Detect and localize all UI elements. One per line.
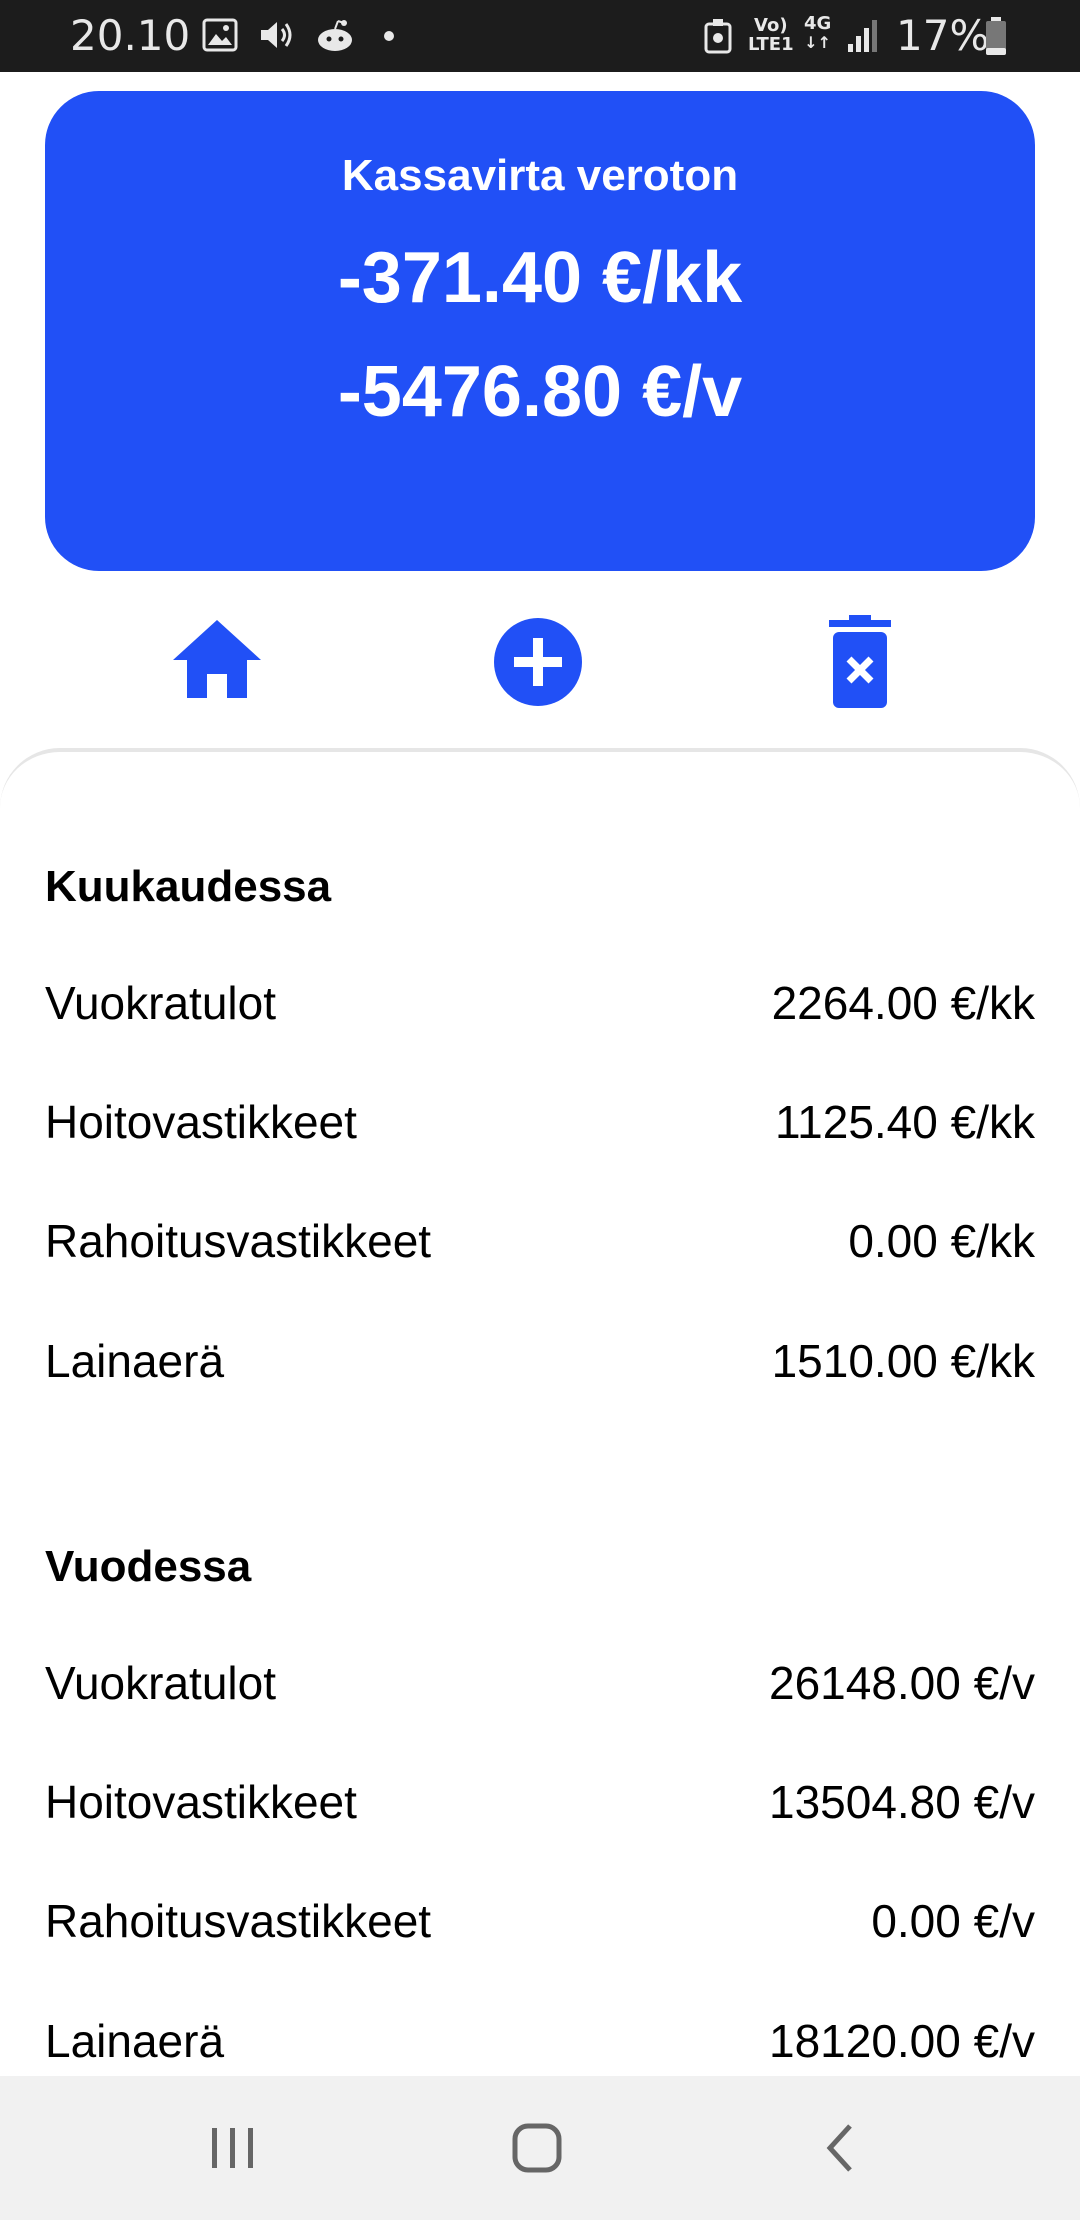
row-value: 0.00 €/kk (848, 1215, 1035, 1267)
back-icon[interactable] (816, 2116, 866, 2180)
battery-percent: 17% (896, 11, 990, 60)
delete-button[interactable] (809, 612, 909, 712)
battery-icon (986, 17, 1006, 55)
summary-monthly-value: -371.40 €/kk (337, 238, 743, 318)
row-label: Rahoitusvastikkeet (45, 1215, 432, 1267)
row-label: Hoitovastikkeet (45, 1776, 357, 1828)
monthly-row-loan-payment: Lainaerä 1510.00 €/kk (45, 1334, 1035, 1394)
delete-icon (829, 615, 891, 708)
row-label: Hoitovastikkeet (45, 1096, 357, 1148)
network-type: 4G (804, 13, 832, 34)
yearly-row-maintenance: Hoitovastikkeet 13504.80 €/v (45, 1775, 1035, 1835)
4g-icon: 4G ↓↑ (804, 14, 831, 52)
row-value: 26148.00 €/v (768, 1657, 1035, 1709)
notification-dot-icon (384, 31, 394, 41)
system-nav-bar (0, 2076, 1080, 2220)
summary-yearly-value: -5476.80 €/v (337, 352, 743, 432)
nfc-icon (704, 19, 732, 54)
row-label: Vuokratulot (45, 977, 276, 1029)
row-value: 1125.40 €/kk (774, 1096, 1035, 1148)
recent-apps-icon[interactable] (206, 2116, 260, 2180)
signal-icon (848, 20, 877, 52)
row-label: Lainaerä (45, 1335, 225, 1387)
row-value: 18120.00 €/v (768, 2015, 1035, 2067)
row-value: 0.00 €/v (871, 1895, 1035, 1947)
details-panel[interactable]: Kuukaudessa Vuokratulot 2264.00 €/kk Hoi… (0, 748, 1080, 2082)
add-button[interactable] (488, 612, 588, 712)
yearly-row-rent-income: Vuokratulot 26148.00 €/v (45, 1656, 1035, 1716)
image-icon (202, 18, 238, 52)
home-icon (173, 620, 261, 698)
cashflow-summary-card: Kassavirta veroton -371.40 €/kk -5476.80… (45, 91, 1035, 571)
yearly-row-financing: Rahoitusvastikkeet 0.00 €/v (45, 1894, 1035, 1954)
volte-icon: Vo) LTE1 (748, 16, 794, 54)
status-bar: 20.10 Vo) LTE1 4G ↓↑ 17% (0, 0, 1080, 72)
summary-title: Kassavirta veroton (341, 151, 739, 200)
monthly-row-rent-income: Vuokratulot 2264.00 €/kk (45, 976, 1035, 1036)
monthly-row-maintenance: Hoitovastikkeet 1125.40 €/kk (45, 1095, 1035, 1155)
row-value: 2264.00 €/kk (771, 977, 1035, 1029)
home-nav-icon[interactable] (508, 2116, 572, 2180)
volte-bottom: LTE1 (748, 34, 794, 55)
monthly-section-title: Kuukaudessa (45, 862, 332, 911)
status-time: 20.10 (70, 11, 191, 60)
monthly-row-financing: Rahoitusvastikkeet 0.00 €/kk (45, 1214, 1035, 1274)
volte-top: Vo) (754, 15, 788, 36)
home-button[interactable] (167, 612, 267, 712)
add-circle-icon (494, 618, 582, 706)
yearly-row-loan-payment: Lainaerä 18120.00 €/v (45, 2014, 1035, 2074)
row-value: 13504.80 €/v (768, 1776, 1035, 1828)
yearly-section-title: Vuodessa (45, 1542, 252, 1591)
row-label: Lainaerä (45, 2015, 225, 2067)
reddit-icon (318, 20, 352, 51)
row-label: Vuokratulot (45, 1657, 276, 1709)
row-label: Rahoitusvastikkeet (45, 1895, 432, 1947)
row-value: 1510.00 €/kk (771, 1335, 1035, 1387)
volume-icon (261, 22, 292, 48)
data-arrows: ↓↑ (804, 33, 832, 52)
